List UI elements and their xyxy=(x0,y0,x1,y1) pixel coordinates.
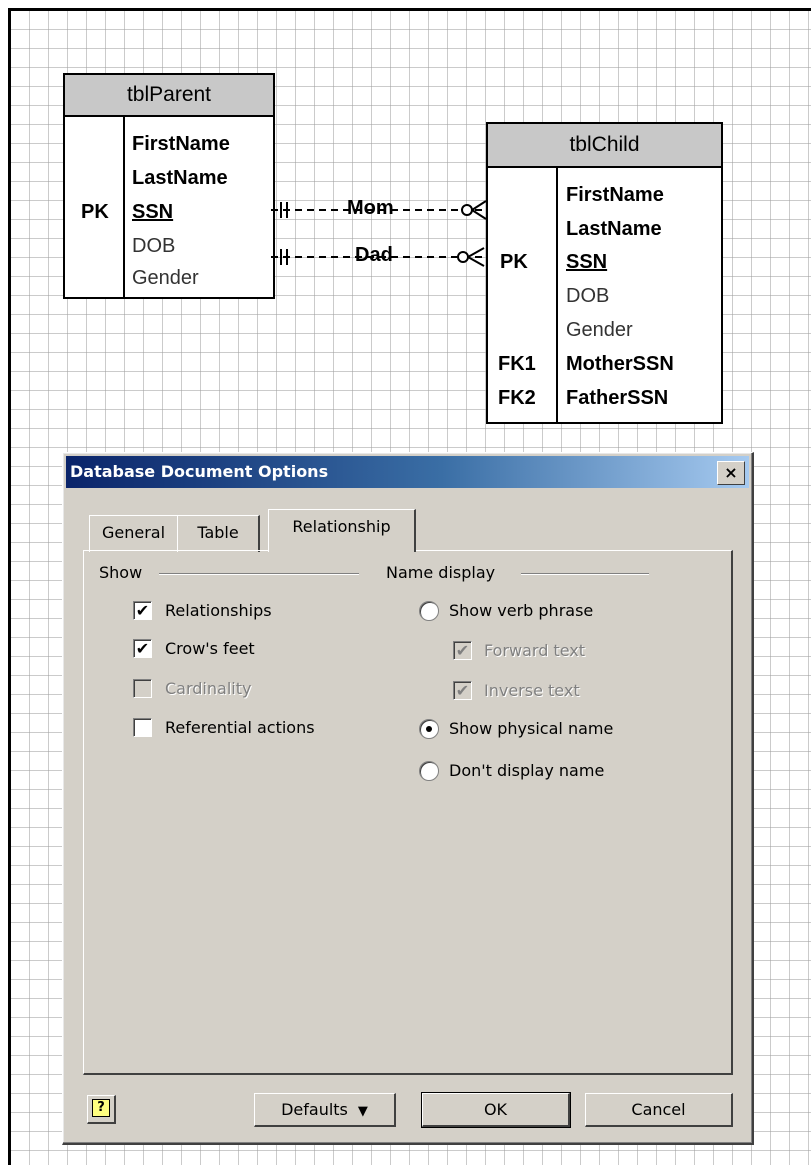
crows-feet-label: Crow's feet xyxy=(165,639,255,658)
show-verb-phrase-radio[interactable] xyxy=(419,601,439,621)
tab-relationship-label: Relationship xyxy=(292,517,391,536)
field-ssn: SSN xyxy=(132,201,174,223)
tab-table-label: Table xyxy=(197,523,239,542)
tab-general[interactable]: General xyxy=(89,515,179,552)
crows-feet-checkbox[interactable]: ✔ xyxy=(133,639,152,658)
tab-relationship[interactable]: Relationship xyxy=(268,509,416,552)
field-lastname: LastName xyxy=(132,167,228,189)
show-physical-name-label: Show physical name xyxy=(449,719,614,738)
table-child-header: tblChild xyxy=(488,124,721,168)
referential-actions-label: Referential actions xyxy=(165,718,315,737)
name-display-group-label: Name display xyxy=(386,563,502,582)
forward-text-checkbox[interactable]: ✔ xyxy=(453,641,472,660)
field-lastname: LastName xyxy=(566,218,662,240)
table-parent-header: tblParent xyxy=(65,75,273,117)
defaults-button[interactable]: Defaults ▼ xyxy=(254,1093,396,1127)
table-parent[interactable]: tblParent PK FirstName LastName SSN DOB … xyxy=(63,73,275,299)
key-label: FK2 xyxy=(498,387,536,409)
field-dob: DOB xyxy=(566,285,610,307)
chevron-down-icon: ▼ xyxy=(357,1104,368,1119)
table-parent-divider xyxy=(123,117,125,297)
field-gender: Gender xyxy=(132,267,199,289)
table-child[interactable]: tblChild PK FK1 FK2 FirstName LastName S… xyxy=(486,122,723,424)
key-label: PK xyxy=(81,201,109,223)
forward-text-label: Forward text xyxy=(484,641,586,660)
cardinality-label: Cardinality xyxy=(165,679,252,698)
drawing-page: tblParent PK FirstName LastName SSN DOB … xyxy=(0,0,811,1165)
dont-display-name-label: Don't display name xyxy=(449,761,605,780)
database-options-dialog: Database Document Options × General Tabl… xyxy=(62,452,754,1145)
radio-selected-dot xyxy=(426,726,432,732)
close-icon: × xyxy=(724,463,738,482)
relationships-checkbox[interactable]: ✔ xyxy=(133,601,152,620)
table-parent-name: tblParent xyxy=(126,83,212,106)
name-group-line xyxy=(521,573,649,575)
field-ssn: SSN xyxy=(566,251,608,273)
field-father-ssn: FatherSSN xyxy=(566,387,669,409)
field-dob: DOB xyxy=(132,235,176,257)
field-gender: Gender xyxy=(566,319,633,341)
dialog-title: Database Document Options xyxy=(70,462,329,481)
table-child-body: PK FK1 FK2 FirstName LastName SSN DOB Ge… xyxy=(488,168,721,422)
table-child-name: tblChild xyxy=(569,133,640,156)
relationships-label: Relationships xyxy=(165,601,272,620)
tab-table[interactable]: Table xyxy=(177,515,260,552)
relationship-label-dad[interactable]: Dad xyxy=(355,244,393,267)
close-button[interactable]: × xyxy=(717,461,745,485)
field-mother-ssn: MotherSSN xyxy=(566,353,674,375)
show-physical-name-radio[interactable] xyxy=(419,719,439,739)
help-icon: ? xyxy=(92,1099,110,1117)
relationship-tab-panel xyxy=(83,550,733,1075)
dont-display-name-radio[interactable] xyxy=(419,761,439,781)
cardinality-checkbox[interactable] xyxy=(133,679,152,698)
key-label: PK xyxy=(500,251,528,273)
inverse-text-label: Inverse text xyxy=(484,681,580,700)
show-group-label: Show xyxy=(99,563,149,582)
table-child-divider xyxy=(556,168,558,422)
ok-button[interactable]: OK xyxy=(421,1092,571,1128)
defaults-label: Defaults xyxy=(281,1100,348,1119)
table-parent-body: PK FirstName LastName SSN DOB Gender xyxy=(65,117,273,297)
referential-actions-checkbox[interactable] xyxy=(133,718,152,737)
tab-general-label: General xyxy=(101,523,166,542)
field-firstname: FirstName xyxy=(132,133,230,155)
key-label: FK1 xyxy=(498,353,536,375)
show-group-line xyxy=(159,573,359,575)
relationship-label-mom[interactable]: Mom xyxy=(347,197,394,220)
dialog-titlebar[interactable]: Database Document Options × xyxy=(66,456,749,488)
cancel-button[interactable]: Cancel xyxy=(585,1093,733,1127)
help-button[interactable]: ? xyxy=(87,1095,116,1124)
inverse-text-checkbox[interactable]: ✔ xyxy=(453,681,472,700)
field-firstname: FirstName xyxy=(566,184,664,206)
show-verb-phrase-label: Show verb phrase xyxy=(449,601,594,620)
